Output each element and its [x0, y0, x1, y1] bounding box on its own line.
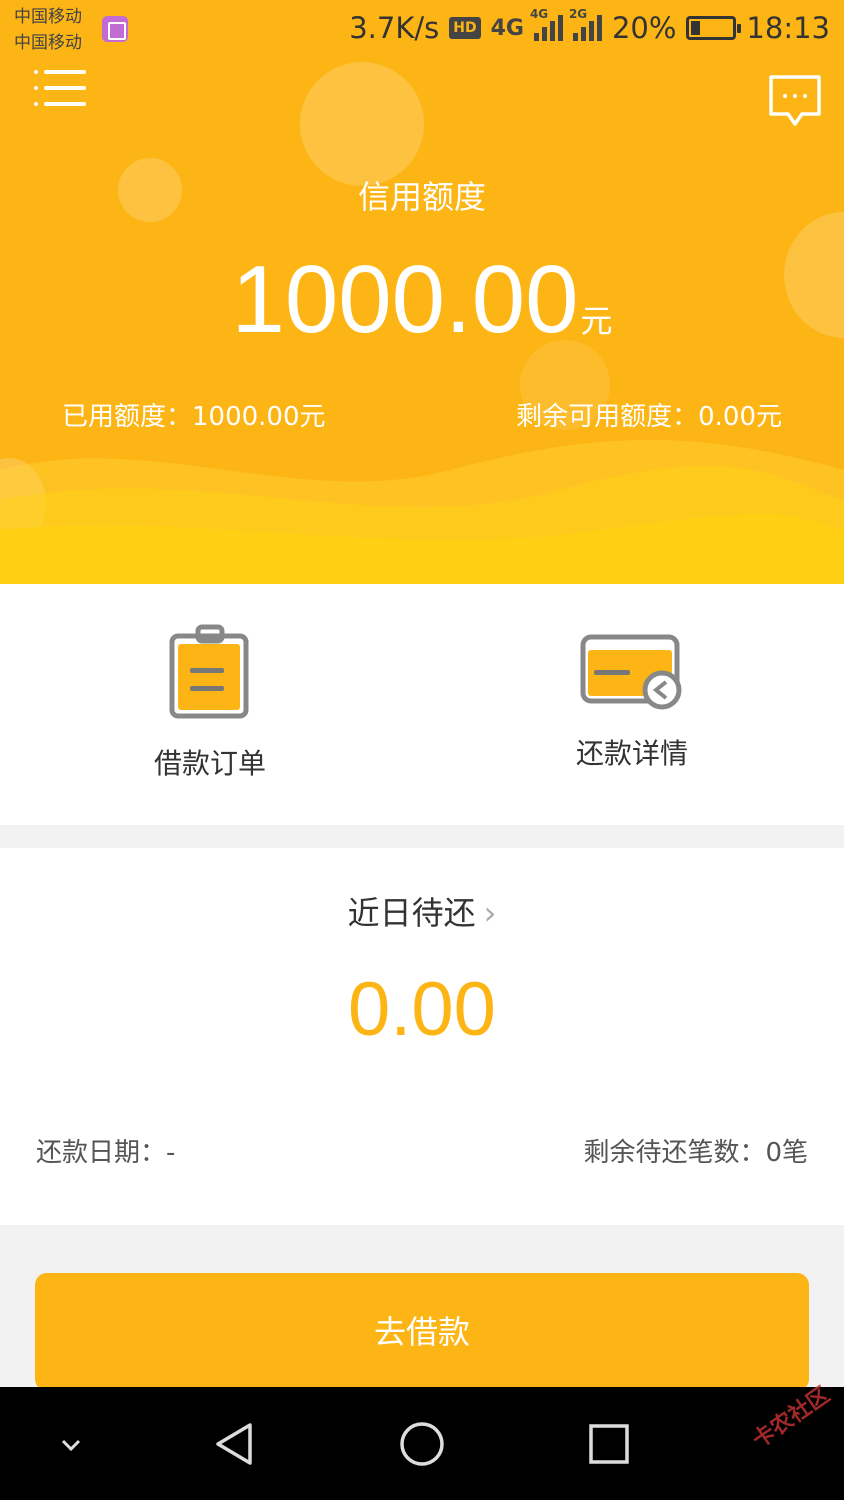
decor-bubble	[300, 62, 424, 186]
status-bar: 中国移动 中国移动 3.7K/s HD 4G 4G 2G 20% 18:13	[0, 0, 844, 56]
battery-icon	[686, 16, 742, 40]
decor-wave	[0, 440, 844, 584]
hd-badge: HD	[449, 17, 481, 39]
credit-limit-amount: 1000.00元	[0, 250, 844, 350]
clipboard-icon	[169, 624, 249, 719]
carrier-label: 中国移动	[14, 7, 82, 27]
quick-actions: 借款订单 还款详情	[0, 584, 844, 825]
upcoming-repayment-link[interactable]: 近日待还 ›	[0, 888, 844, 934]
chevron-right-icon: ›	[483, 894, 497, 932]
repayment-date: 还款日期：-	[36, 1138, 176, 1168]
repayment-details-button[interactable]: 还款详情	[532, 634, 732, 772]
borrow-button[interactable]: 去借款	[35, 1273, 809, 1391]
back-triangle-icon[interactable]	[210, 1419, 260, 1469]
network-speed: 3.7K/s	[349, 11, 440, 45]
navigation-bar	[0, 1387, 844, 1500]
network-type: 4G	[490, 15, 524, 41]
message-icon[interactable]	[768, 74, 822, 128]
used-credit: 已用额度：1000.00元	[62, 402, 326, 432]
recent-square-icon[interactable]	[584, 1419, 634, 1469]
photo-notification-icon	[102, 16, 128, 42]
card-icon	[580, 634, 682, 710]
loan-orders-button[interactable]: 借款订单	[110, 624, 310, 782]
credit-header: 中国移动 中国移动 3.7K/s HD 4G 4G 2G 20% 18:13 信…	[0, 0, 844, 584]
signal-icon: 2G	[569, 7, 602, 41]
credit-limit-label: 信用额度	[357, 178, 486, 216]
remaining-repayment-count: 剩余待还笔数：0笔	[583, 1138, 808, 1168]
upcoming-repayment-card: 近日待还 › 0.00 还款日期：- 剩余待还笔数：0笔	[0, 848, 844, 1225]
menu-icon[interactable]	[34, 68, 86, 108]
battery-percent: 20%	[611, 11, 677, 45]
remaining-credit: 剩余可用额度：0.00元	[516, 402, 782, 432]
clock: 18:13	[746, 11, 830, 45]
carrier-label: 中国移动	[14, 33, 82, 53]
chevron-down-icon[interactable]	[46, 1419, 96, 1469]
home-circle-icon[interactable]	[397, 1419, 447, 1469]
upcoming-repayment-title: 近日待还	[347, 894, 476, 932]
repayment-amount: 0.00	[348, 967, 496, 1052]
credit-amount-value: 1000.00	[231, 246, 579, 353]
credit-amount-unit: 元	[580, 302, 613, 340]
signal-icon: 4G	[530, 7, 563, 41]
repayment-details-label: 还款详情	[575, 737, 688, 770]
loan-orders-label: 借款订单	[153, 747, 266, 780]
